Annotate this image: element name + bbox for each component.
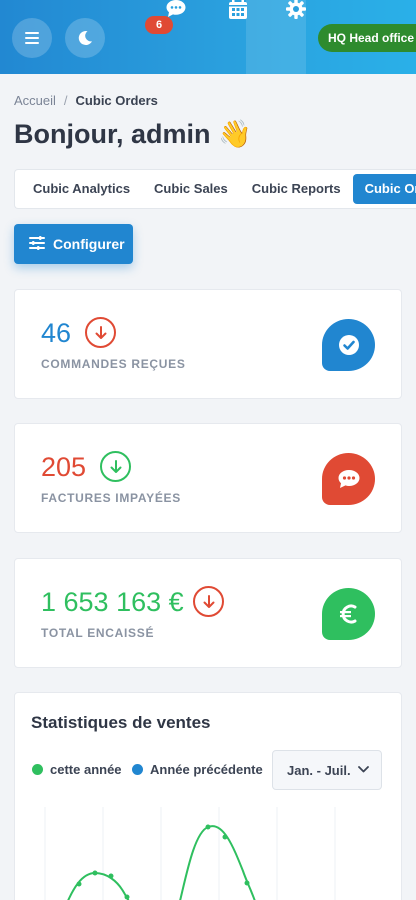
breadcrumb: Accueil / Cubic Orders — [14, 93, 158, 108]
breadcrumb-separator: / — [63, 93, 68, 108]
trend-down-icon — [85, 317, 116, 348]
stat-card-total-collected: 1 653 163 € TOTAL ENCAISSÉ — [14, 558, 402, 668]
breadcrumb-home-link[interactable]: Accueil — [14, 93, 56, 108]
chart-grid — [44, 807, 336, 900]
stat-value: 1 653 163 € — [41, 587, 184, 617]
stat-label: FACTURES IMPAYÉES — [41, 491, 181, 505]
stat-value: 205 — [41, 452, 87, 482]
stat-card-unpaid-invoices: 205 FACTURES IMPAYÉES — [14, 423, 402, 533]
period-select[interactable]: Jan. - Juil. — [272, 750, 382, 790]
configure-label: Configurer — [53, 236, 125, 252]
trend-down-icon — [193, 586, 224, 617]
menu-icon — [25, 32, 39, 44]
calendar-button[interactable] — [226, 0, 250, 22]
sales-line-chart — [44, 807, 336, 900]
location-selector[interactable]: HQ Head office — [318, 24, 416, 52]
dashboard-tabs: Cubic Analytics Cubic Sales Cubic Report… — [14, 169, 416, 209]
legend-item-this-year[interactable]: cette année — [32, 762, 122, 777]
stat-label: COMMANDES REÇUES — [41, 357, 186, 371]
sliders-icon — [29, 235, 53, 253]
moon-icon — [77, 30, 93, 46]
tab-cubic-reports[interactable]: Cubic Reports — [240, 174, 353, 204]
settings-button[interactable] — [284, 0, 308, 22]
euro-icon — [322, 588, 375, 640]
sales-statistics-card: Statistiques de ventes cette année Année… — [14, 692, 402, 900]
stat-label: TOTAL ENCAISSÉ — [41, 626, 155, 640]
page-title: Bonjour, admin 👋 — [14, 119, 252, 149]
sales-statistics-title: Statistiques de ventes — [31, 713, 211, 732]
legend-item-previous-year[interactable]: Année précédente — [132, 762, 263, 777]
legend-label: Année précédente — [150, 762, 263, 777]
tab-cubic-analytics[interactable]: Cubic Analytics — [21, 174, 142, 204]
legend-dot — [32, 764, 43, 775]
theme-toggle-button[interactable] — [65, 18, 105, 58]
tab-cubic-orders[interactable]: Cubic Orders — [352, 174, 416, 204]
legend-dot — [132, 764, 143, 775]
configure-button[interactable]: Configurer — [14, 224, 133, 264]
check-icon — [322, 319, 375, 371]
top-bar: 6 HQ Head office — [0, 0, 416, 74]
notification-badge: 6 — [145, 16, 173, 34]
trend-down-icon — [100, 451, 131, 482]
menu-button[interactable] — [12, 18, 52, 58]
tab-cubic-sales[interactable]: Cubic Sales — [142, 174, 240, 204]
series-points-this-year — [76, 824, 250, 900]
breadcrumb-current: Cubic Orders — [75, 93, 158, 108]
period-value: Jan. - Juil. — [287, 762, 351, 778]
stat-card-orders: 46 COMMANDES REÇUES — [14, 289, 402, 399]
chat-dots-icon — [322, 453, 375, 505]
gear-icon — [286, 0, 306, 24]
chevron-down-icon — [358, 766, 369, 773]
stat-value: 46 — [41, 318, 72, 348]
legend-label: cette année — [50, 762, 122, 777]
calendar-icon — [229, 0, 247, 24]
